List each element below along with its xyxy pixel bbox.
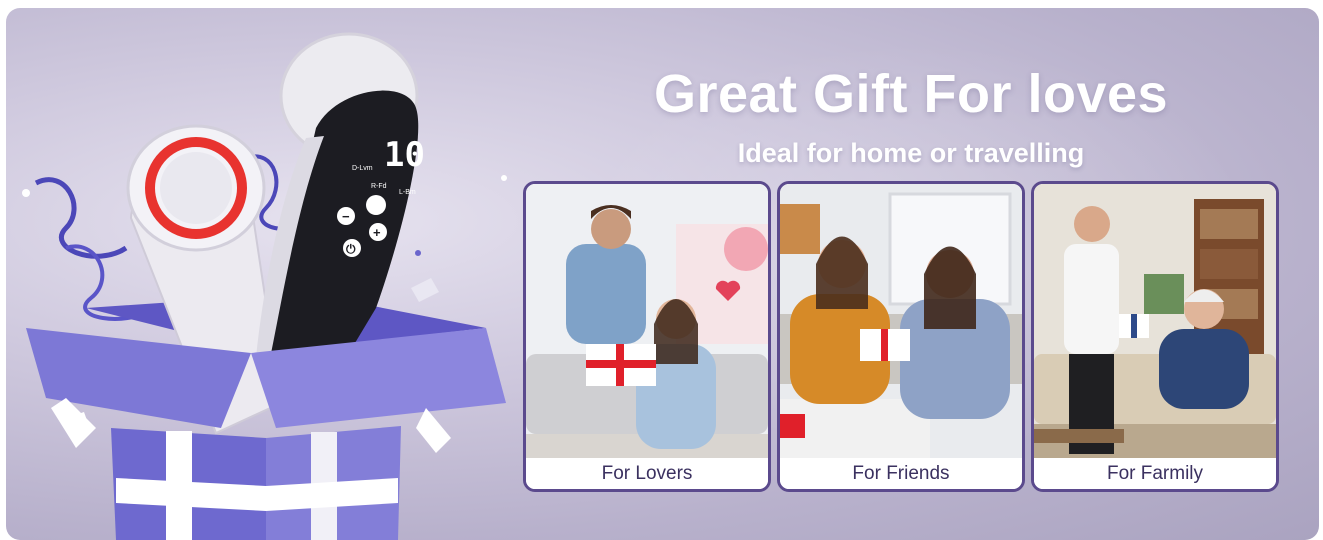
confetti-dot [501, 175, 507, 181]
coffee-table [1034, 429, 1124, 443]
confetti-dot [415, 250, 421, 256]
heart-balloon [724, 227, 768, 271]
device-display: 10 [384, 135, 425, 175]
confetti-piece [411, 278, 439, 302]
mode-label: L-Bm [399, 189, 416, 196]
headline: Great Gift For loves [653, 64, 1169, 124]
gift-card-lovers: For Lovers [523, 181, 771, 492]
card-caption: For Lovers [526, 458, 768, 489]
gift-card-friends: For Friends [777, 181, 1025, 492]
card-caption: For Friends [780, 458, 1022, 489]
plant [1144, 274, 1184, 314]
mode-label: R-Fd [371, 183, 387, 190]
water-drop-button[interactable] [366, 195, 386, 215]
mode-label: D-Lvm [352, 165, 373, 172]
young-man [1064, 244, 1119, 354]
gift-ribbon-end [51, 398, 96, 448]
subheadline: Ideal for home or travelling [737, 138, 1085, 168]
card-caption: For Farmily [1034, 458, 1276, 489]
family-gift-photo [1034, 184, 1276, 458]
older-man [1159, 329, 1249, 409]
gift-box-device-illustration: 10 D-Lvm R-Fd L-Bm − + ⏻ [22, 32, 507, 540]
confetti-dot [22, 189, 30, 197]
man [566, 244, 646, 344]
wall-picture [780, 204, 820, 254]
friends-gift-photo [780, 184, 1022, 458]
couple-gift-photo [526, 184, 768, 458]
gift-card-family: For Farmily [1031, 181, 1279, 492]
gift-ribbon-end [416, 408, 451, 453]
confetti-ribbon [34, 177, 128, 259]
minus-icon: − [342, 209, 350, 224]
plus-icon: + [373, 225, 381, 240]
gift-box [780, 414, 805, 438]
power-icon: ⏻ [346, 242, 356, 256]
